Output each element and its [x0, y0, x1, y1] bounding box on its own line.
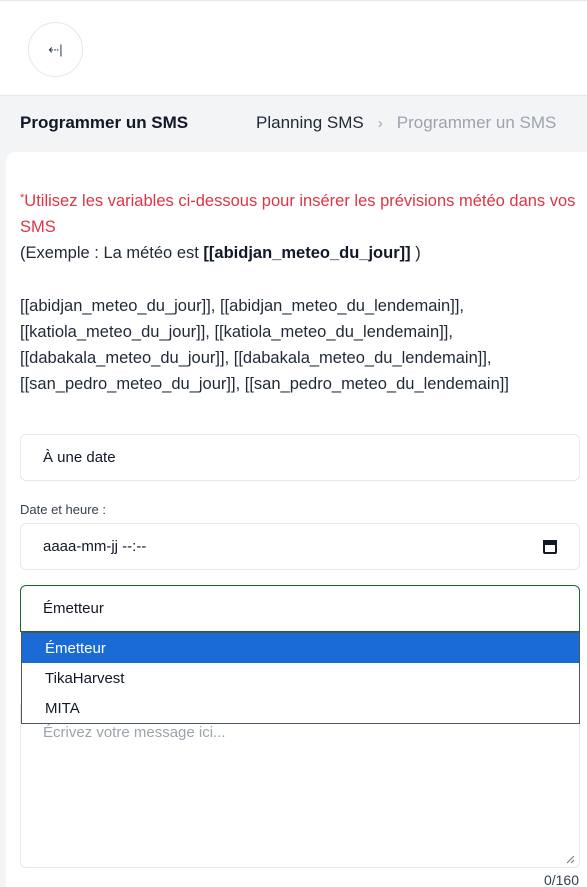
variables-line: [[katiola_meteo_du_jour]], [[katiola_met…: [20, 323, 453, 341]
sender-option-mita[interactable]: MITA: [22, 693, 579, 723]
example-variable: [[abidjan_meteo_du_jour]]: [203, 244, 411, 262]
date-label: Date et heure :: [20, 502, 106, 517]
schedule-type-select[interactable]: À une date: [20, 434, 580, 481]
example-text: (Exemple : La météo est [[abidjan_meteo_…: [20, 244, 421, 262]
message-textarea[interactable]: Écrivez votre message ici...: [20, 700, 580, 868]
chevron-right-icon: ›: [377, 114, 383, 132]
sender-option-emetteur[interactable]: Émetteur: [22, 633, 579, 663]
datetime-input[interactable]: aaaa-mm-jj --:--: [20, 523, 580, 570]
datetime-placeholder: aaaa-mm-jj --:--: [43, 538, 147, 555]
back-button[interactable]: ⇠|: [28, 22, 83, 77]
calendar-icon[interactable]: [543, 539, 557, 554]
variables-line: [[abidjan_meteo_du_jour]], [[abidjan_met…: [20, 297, 464, 315]
sender-option-tikaharvest[interactable]: TikaHarvest: [22, 663, 579, 693]
breadcrumb-current: Programmer un SMS: [396, 113, 557, 132]
character-counter: 0/160: [543, 872, 579, 887]
breadcrumb: Planning SMS › Programmer un SMS: [256, 113, 556, 133]
variables-line: [[san_pedro_meteo_du_jour]], [[san_pedro…: [20, 375, 509, 393]
top-bar: ⇠|: [0, 0, 587, 96]
sender-select[interactable]: Émetteur: [20, 585, 580, 632]
page-title: Programmer un SMS: [20, 113, 189, 132]
sender-value: Émetteur: [43, 600, 104, 617]
required-asterisk: *: [20, 192, 25, 204]
breadcrumb-planning-sms[interactable]: Planning SMS: [256, 113, 364, 133]
schedule-type-value: À une date: [43, 449, 116, 466]
variables-line: [[dabakala_meteo_du_jour]], [[dabakala_m…: [20, 349, 492, 367]
message-placeholder: Écrivez votre message ici...: [43, 724, 226, 741]
variables-note: *Utilisez les variables ci-dessous pour …: [20, 188, 580, 266]
instruction-text: *Utilisez les variables ci-dessous pour …: [20, 192, 576, 236]
variables-list: [[abidjan_meteo_du_jour]], [[abidjan_met…: [20, 293, 587, 397]
back-arrow-icon: ⇠|: [48, 41, 63, 57]
page-header: Programmer un SMS Planning SMS › Program…: [0, 97, 587, 153]
sender-dropdown: Émetteur TikaHarvest MITA: [21, 632, 580, 724]
resize-handle-icon[interactable]: [566, 855, 575, 864]
